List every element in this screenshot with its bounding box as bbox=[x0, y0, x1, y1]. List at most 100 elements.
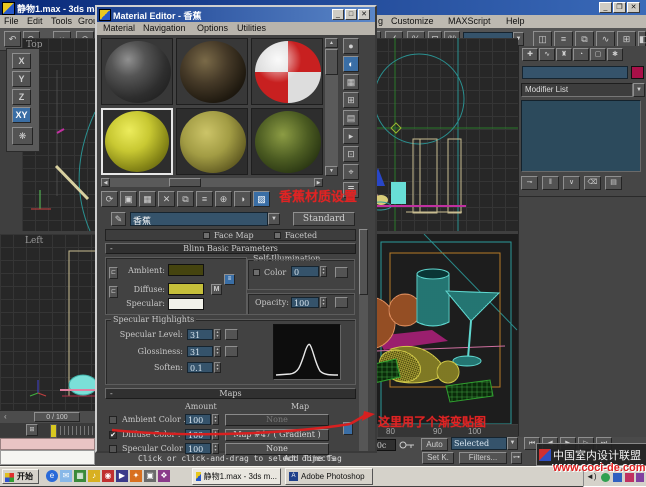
glossiness-map-button[interactable] bbox=[225, 346, 238, 357]
lock-maps-icon[interactable]: ≡ bbox=[224, 274, 235, 285]
background-icon[interactable]: ▦ bbox=[343, 74, 359, 90]
viewport-left[interactable]: Left bbox=[0, 234, 95, 414]
show-map-in-viewport-icon[interactable]: ▨ bbox=[253, 191, 270, 207]
opacity-map-button[interactable] bbox=[335, 297, 348, 308]
menu-file[interactable]: File bbox=[4, 16, 19, 26]
show-end-result-icon[interactable]: ‖ bbox=[542, 176, 559, 190]
tab-hierarchy-icon[interactable]: ♜ bbox=[556, 48, 572, 61]
diffuse-color-swatch[interactable] bbox=[168, 283, 204, 295]
listener-strip[interactable] bbox=[0, 450, 95, 465]
rollout-scroll-thumb[interactable] bbox=[359, 229, 368, 295]
task-button-3dsmax[interactable]: 静物1.max - 3ds m... bbox=[192, 468, 281, 485]
ambient-map-amount[interactable]: 100 bbox=[185, 414, 211, 425]
ambient-diffuse-lock-icon[interactable]: ⊏ bbox=[109, 267, 118, 279]
material-editor-minimize-icon[interactable]: _ bbox=[332, 9, 344, 20]
assign-material-icon[interactable]: ▦ bbox=[139, 191, 156, 207]
material-type-button[interactable]: Standard bbox=[293, 212, 355, 226]
filters-button[interactable]: Filters... bbox=[459, 452, 507, 464]
backlight-icon[interactable]: ◐ bbox=[343, 56, 359, 72]
axis-xy-button[interactable]: XY bbox=[12, 107, 31, 123]
menu-navigation[interactable]: Navigation bbox=[143, 23, 186, 33]
object-name-field[interactable] bbox=[522, 66, 628, 79]
diffuse-map-checkbox[interactable]: ✔ bbox=[109, 431, 117, 439]
faceted-checkbox[interactable] bbox=[274, 232, 281, 239]
sample-slot-4-selected[interactable] bbox=[101, 108, 173, 175]
track-bar[interactable]: ⊞ bbox=[0, 423, 95, 437]
diffuse-map-spinner[interactable]: ▴▾ bbox=[212, 429, 219, 440]
menu-maxscript[interactable]: MAXScript bbox=[448, 16, 491, 26]
sample-slot-2[interactable] bbox=[176, 38, 248, 105]
sample-uv-tiling-icon[interactable]: ⊞ bbox=[343, 92, 359, 108]
sample-slot-1[interactable] bbox=[101, 38, 173, 105]
set-key-button[interactable]: Set K. bbox=[422, 452, 454, 464]
menu-tools[interactable]: Tools bbox=[51, 16, 72, 26]
slot-scroll-left-icon[interactable]: ◀ bbox=[101, 178, 110, 187]
viewport-camera[interactable] bbox=[375, 234, 518, 424]
tab-motion-icon[interactable]: ◔ bbox=[573, 48, 589, 61]
tab-utilities-icon[interactable]: ✱ bbox=[607, 48, 623, 61]
sample-type-icon[interactable]: ● bbox=[343, 38, 359, 54]
pin-stack-icon[interactable]: ⊸ bbox=[521, 176, 538, 190]
sample-slot-3[interactable] bbox=[251, 38, 323, 105]
tab-modify-icon[interactable]: ∿ bbox=[539, 48, 555, 61]
close-button[interactable]: ✕ bbox=[627, 2, 640, 13]
quicklaunch-winamp-icon[interactable]: ◉ bbox=[102, 470, 114, 482]
specular-level-map-button[interactable] bbox=[225, 329, 238, 340]
sample-slot-6[interactable] bbox=[251, 108, 323, 175]
rollout-scrollbar[interactable] bbox=[359, 229, 368, 451]
specular-map-amount[interactable]: 100 bbox=[185, 443, 211, 454]
opacity-value-field[interactable]: 100 bbox=[291, 297, 319, 308]
time-slider[interactable]: ‹ 0 / 100 bbox=[0, 410, 95, 423]
key-mode-icon[interactable]: ⊞ bbox=[26, 424, 38, 436]
specular-map-spinner[interactable]: ▴▾ bbox=[212, 443, 219, 454]
diffuse-map-shortcut-button[interactable]: M bbox=[211, 284, 222, 295]
self-illumination-value-field[interactable]: 0 bbox=[291, 266, 319, 277]
soften-field[interactable]: 0.1 bbox=[187, 362, 213, 373]
options-icon[interactable]: ⊡ bbox=[343, 146, 359, 162]
maximize-button[interactable]: ❐ bbox=[613, 2, 626, 13]
menu-rendering-partial[interactable]: g bbox=[378, 16, 383, 26]
blinn-rollout-header[interactable]: - Blinn Basic Parameters bbox=[105, 243, 356, 254]
menu-utilities[interactable]: Utilities bbox=[237, 23, 266, 33]
axis-y-button[interactable]: Y bbox=[12, 71, 31, 87]
quicklaunch-media-icon[interactable]: ♪ bbox=[88, 470, 100, 482]
select-by-material-icon[interactable]: ⌖ bbox=[343, 164, 359, 180]
axis-x-button[interactable]: X bbox=[12, 53, 31, 69]
make-unique-material-icon[interactable]: ≡ bbox=[196, 191, 213, 207]
remove-modifier-icon[interactable]: ⌫ bbox=[584, 176, 601, 190]
material-name-arrow-icon[interactable]: ▼ bbox=[268, 213, 280, 225]
quicklaunch-ie-icon[interactable]: e bbox=[46, 470, 58, 482]
face-map-checkbox[interactable] bbox=[203, 232, 210, 239]
time-slider-arrow-left[interactable]: ‹ bbox=[4, 412, 7, 421]
diffuse-map-button[interactable]: Map #47 ( Gradient ) bbox=[225, 429, 329, 441]
quicklaunch-desktop-icon[interactable]: ▦ bbox=[74, 470, 86, 482]
add-time-tag[interactable]: Add Time Tag bbox=[284, 454, 342, 463]
material-editor-close-icon[interactable]: ✕ bbox=[358, 9, 370, 20]
menu-options[interactable]: Options bbox=[197, 23, 228, 33]
configure-modifier-sets-icon[interactable]: ▤ bbox=[605, 176, 622, 190]
menu-customize[interactable]: Customize bbox=[391, 16, 434, 26]
menu-edit[interactable]: Edit bbox=[27, 16, 43, 26]
tray-icon-1[interactable] bbox=[601, 473, 610, 482]
glossiness-field[interactable]: 31 bbox=[187, 346, 213, 357]
minimize-button[interactable]: _ bbox=[599, 2, 612, 13]
slot-scroll-thumb[interactable] bbox=[325, 49, 338, 75]
viewport-front[interactable] bbox=[375, 38, 518, 231]
time-slider-thumb[interactable]: 0 / 100 bbox=[34, 412, 80, 422]
menu-help[interactable]: Help bbox=[506, 16, 525, 26]
make-copy-icon[interactable]: ⧉ bbox=[177, 191, 194, 207]
start-button[interactable]: 开始 bbox=[2, 469, 39, 484]
specular-level-spinner[interactable]: ▴▾ bbox=[214, 329, 221, 340]
material-editor-maximize-icon[interactable]: □ bbox=[345, 9, 357, 20]
soften-spinner[interactable]: ▴▾ bbox=[214, 362, 221, 373]
opacity-spinner[interactable]: ▴▾ bbox=[320, 297, 327, 308]
material-id-channel-icon[interactable]: ◑ bbox=[234, 191, 251, 207]
specular-map-checkbox[interactable] bbox=[109, 445, 117, 453]
task-button-photoshop[interactable]: A Adobe Photoshop bbox=[285, 468, 373, 485]
sample-slot-5[interactable] bbox=[176, 108, 248, 175]
snap-flyout-icon[interactable]: ❋ bbox=[12, 127, 33, 145]
material-editor-title-bar[interactable]: Material Editor - 香蕉 _ □ ✕ bbox=[97, 7, 375, 22]
tray-icon-2[interactable] bbox=[613, 473, 622, 482]
specular-level-field[interactable]: 31 bbox=[187, 329, 213, 340]
specular-map-button[interactable]: None bbox=[225, 443, 329, 455]
